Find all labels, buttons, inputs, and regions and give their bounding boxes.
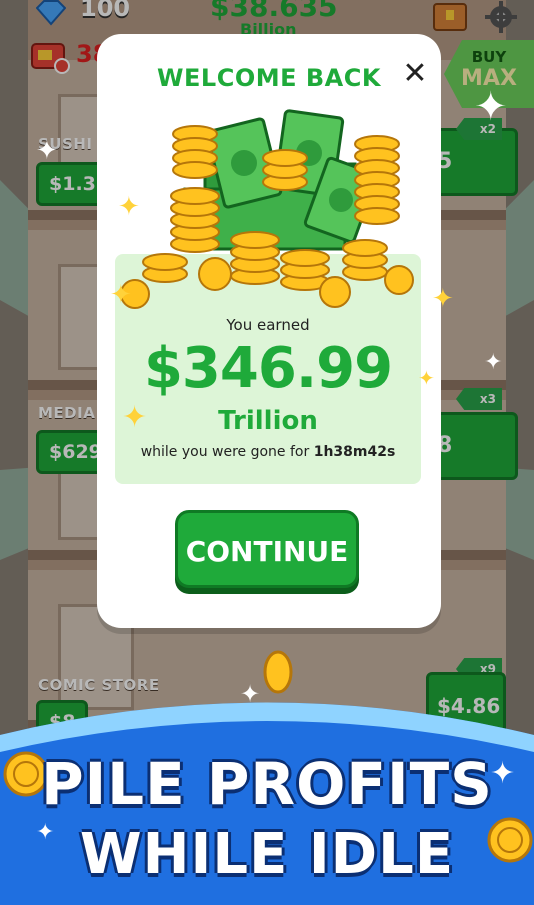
sparkle-icon: ✦ bbox=[36, 136, 58, 166]
banner-headline: PILE PROFITS bbox=[41, 750, 493, 818]
promo-banner: PILE PROFITS WHILE IDLE bbox=[0, 650, 534, 905]
sparkle-icon: ✦ bbox=[36, 820, 55, 845]
welcome-back-dialog: WELCOME BACK ✕ You earned $346.99 Trilli… bbox=[97, 34, 441, 628]
continue-button[interactable]: CONTINUE bbox=[175, 510, 359, 588]
sparkle-icon: ✦ bbox=[418, 366, 435, 390]
sparkle-icon: ✦ bbox=[118, 192, 140, 222]
sparkle-icon: ✦ bbox=[110, 280, 132, 310]
sparkle-icon: ✦ bbox=[122, 400, 148, 435]
sparkle-icon: ✦ bbox=[240, 680, 261, 708]
close-button[interactable]: ✕ bbox=[397, 56, 433, 92]
away-duration-text: while you were gone for 1h38m42s bbox=[115, 444, 421, 460]
dialog-title: WELCOME BACK bbox=[157, 64, 381, 92]
away-prefix: while you were gone for bbox=[140, 444, 310, 460]
earned-unit: Trillion bbox=[218, 406, 318, 436]
sparkle-icon: ✦ bbox=[490, 756, 516, 791]
away-duration: 1h38m42s bbox=[313, 444, 396, 460]
sparkle-icon: ✦ bbox=[484, 350, 503, 375]
money-pile-icon bbox=[120, 109, 414, 309]
banner-subheadline: WHILE IDLE bbox=[79, 822, 455, 887]
earned-amount: $346.99 bbox=[143, 336, 393, 401]
sparkle-icon: ✦ bbox=[474, 84, 508, 130]
earned-label: You earned bbox=[226, 316, 310, 334]
sparkle-icon: ✦ bbox=[432, 284, 454, 314]
coin-icon bbox=[263, 650, 293, 694]
